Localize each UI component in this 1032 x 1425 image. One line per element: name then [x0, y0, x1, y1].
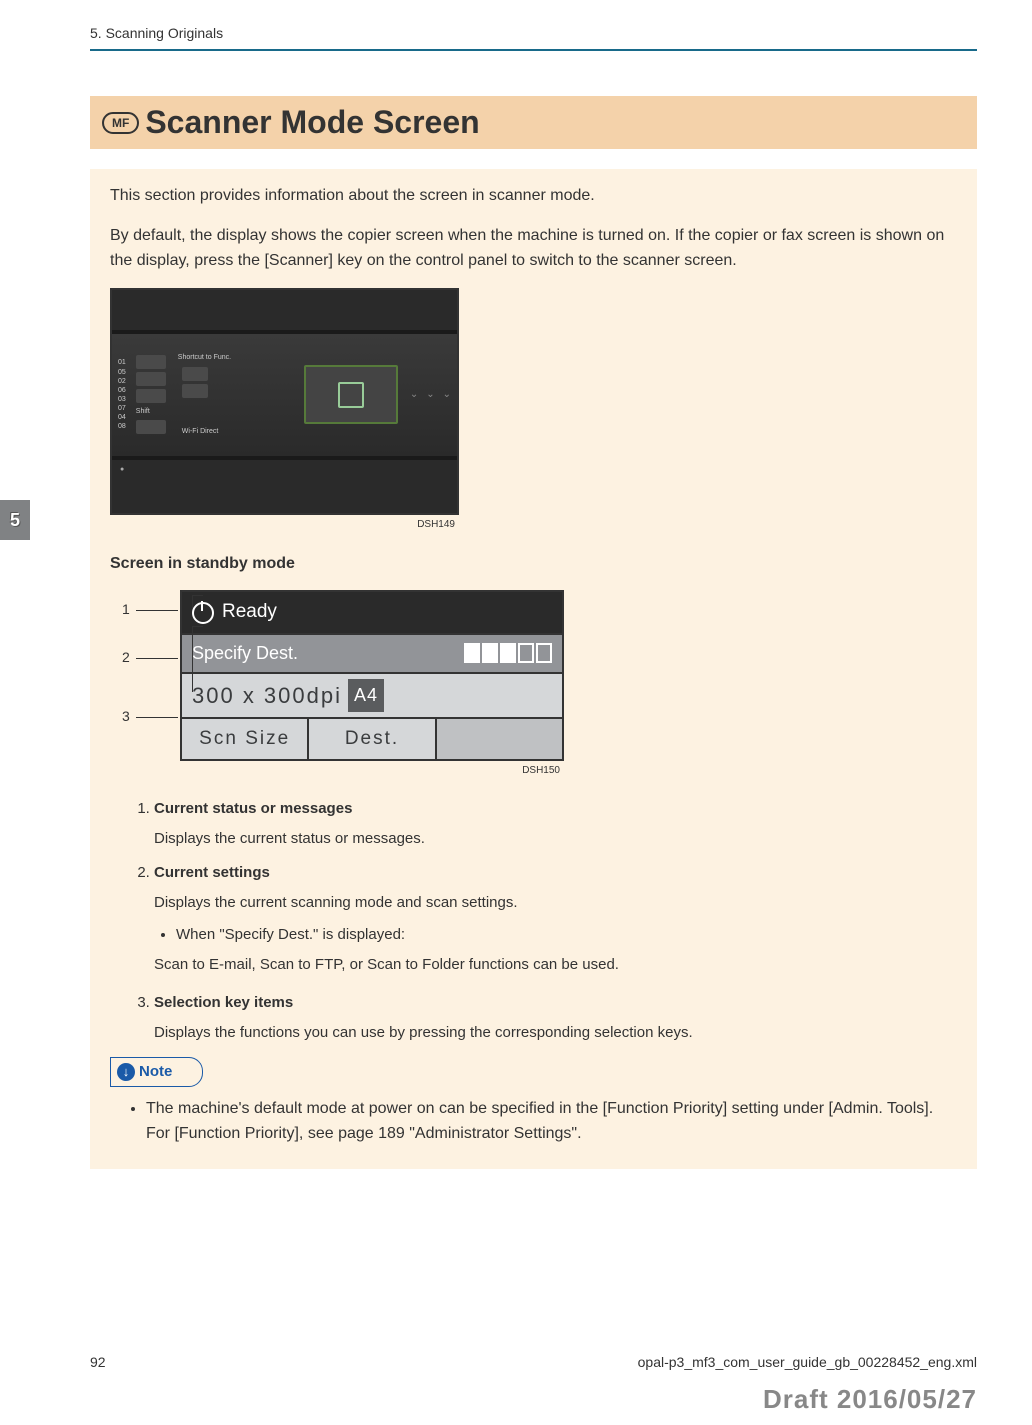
lcd-status-row: Ready — [182, 592, 562, 634]
lcd-status-text: Ready — [222, 597, 277, 627]
intro-p2: By default, the display shows the copier… — [110, 223, 957, 274]
chapter-header: 5. Scanning Originals — [0, 25, 977, 41]
list-item: Current status or messages Displays the … — [154, 797, 957, 851]
callout-2: 2 — [122, 646, 178, 668]
figure-caption-2: DSH150 — [110, 763, 560, 779]
intro-p1: This section provides information about … — [110, 183, 957, 209]
item-title: Selection key items — [154, 991, 957, 1015]
callout-1: 1 — [122, 598, 178, 620]
callout-3: 3 — [122, 705, 178, 727]
panel-speed-dial-numbers: 0105 0206 0307 0408 — [118, 358, 126, 431]
list-item: Current settings Displays the current sc… — [154, 861, 957, 977]
panel-button-column: Shift — [136, 355, 166, 434]
item-desc: Displays the current status or messages. — [154, 827, 957, 851]
list-item: Selection key items Displays the functio… — [154, 991, 957, 1045]
sub-item: When "Specify Dest." is displayed: — [176, 923, 957, 947]
item-desc: Displays the current scanning mode and s… — [154, 891, 957, 915]
note-item: The machine's default mode at power on c… — [146, 1097, 957, 1147]
lcd-dest-row: Specify Dest. — [182, 635, 562, 674]
page-number: 92 — [90, 1354, 106, 1370]
toner-indicator — [464, 643, 552, 663]
note-arrow-icon: ↓ — [117, 1063, 135, 1081]
lcd-paper-size: A4 — [348, 679, 384, 712]
note-label: Note — [139, 1060, 172, 1084]
lcd-softkey-row: Scn Size Dest. — [182, 719, 562, 759]
item-title: Current status or messages — [154, 797, 957, 821]
lcd-screen: Ready Specify Dest. 300 x 300dpi A4 — [180, 590, 564, 761]
callout-description-list: Current status or messages Displays the … — [110, 797, 957, 1045]
item-desc: Displays the functions you can use by pr… — [154, 1021, 957, 1045]
softkey-scn-size: Scn Size — [182, 719, 309, 759]
panel-softkeys: ⌄⌄⌄ — [410, 387, 451, 403]
softkey-dest: Dest. — [309, 719, 436, 759]
content-block: This section provides information about … — [90, 169, 977, 1169]
page-footer: 92 opal-p3_mf3_com_user_guide_gb_0022845… — [90, 1354, 977, 1370]
note-list: The machine's default mode at power on c… — [110, 1097, 957, 1147]
standby-heading: Screen in standby mode — [110, 551, 957, 577]
section-title-text: Scanner Mode Screen — [145, 104, 479, 141]
section-title-block: MF Scanner Mode Screen — [90, 96, 977, 149]
mf-badge: MF — [102, 112, 139, 134]
draft-watermark: Draft 2016/05/27 — [763, 1384, 977, 1415]
lcd-resolution-row: 300 x 300dpi A4 — [182, 674, 562, 719]
lcd-specify-dest: Specify Dest. — [192, 639, 298, 668]
item-title: Current settings — [154, 861, 957, 885]
note-header: ↓ Note — [110, 1057, 957, 1087]
source-file: opal-p3_mf3_com_user_guide_gb_00228452_e… — [638, 1354, 977, 1370]
lcd-callout-figure: 1 2 3 Ready Specify Dest. — [110, 590, 957, 761]
header-rule — [90, 49, 977, 51]
chapter-tab: 5 — [0, 500, 30, 540]
figure-caption-1: DSH149 — [110, 517, 455, 533]
lcd-resolution: 300 x 300dpi — [192, 678, 342, 713]
panel-lcd-icon — [304, 365, 398, 424]
sub-desc: Scan to E-mail, Scan to FTP, or Scan to … — [154, 953, 957, 977]
section-title: MF Scanner Mode Screen — [102, 104, 965, 141]
scanner-icon — [338, 382, 364, 408]
power-icon — [192, 602, 214, 624]
control-panel-figure: 0105 0206 0307 0408 Shift Shortcut to Fu… — [110, 288, 459, 515]
